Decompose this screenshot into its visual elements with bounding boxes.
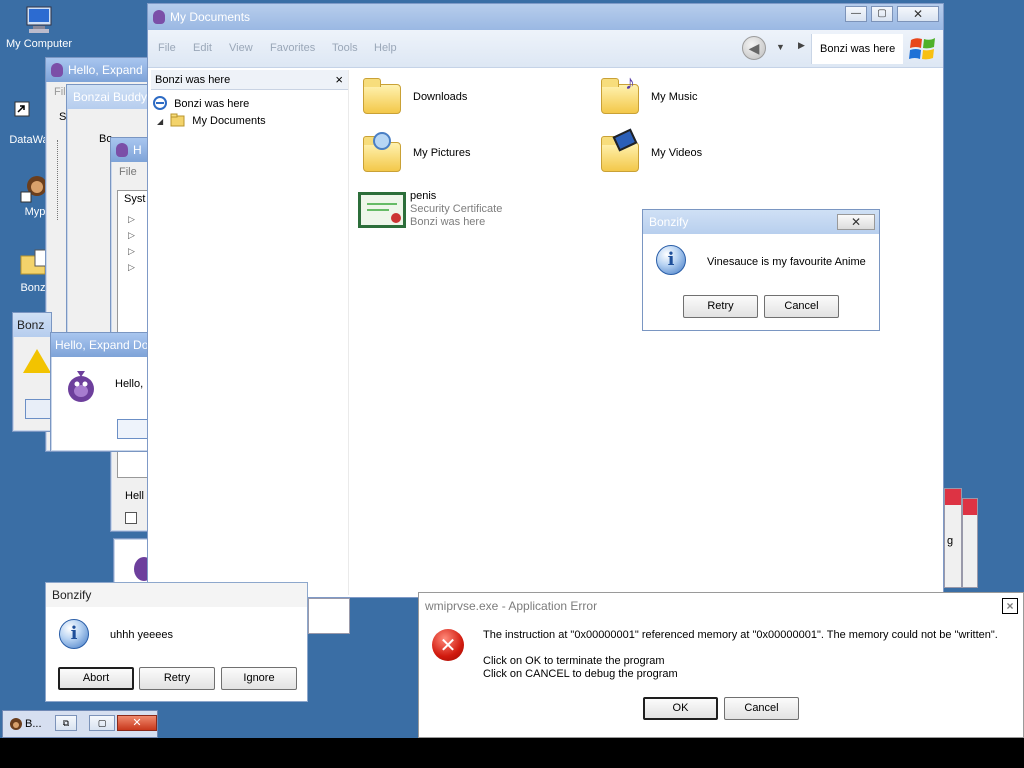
music-note-icon: ♪ (625, 72, 635, 94)
file-item-downloads[interactable]: Downloads (361, 76, 561, 120)
chevron-right-icon[interactable]: ▶ (798, 40, 805, 51)
close-button[interactable]: ✕ (897, 6, 939, 22)
explorer-menubar: File Edit View Favorites Tools Help ◀ ▼ … (148, 30, 943, 68)
error-instruction-ok: Click on OK to terminate the program (483, 655, 665, 667)
computer-icon (26, 6, 52, 33)
background-window-fragment: g (944, 488, 962, 588)
picture-icon (373, 132, 391, 150)
tree-lines (57, 140, 61, 220)
background-window-bonz[interactable]: Bonz (12, 312, 53, 432)
close-button[interactable]: × (1002, 598, 1018, 614)
dialog-application-error[interactable]: wmiprvse.exe - Application Error × ✕ The… (418, 592, 1024, 738)
ignore-button[interactable]: Ignore (221, 667, 297, 690)
bonzi-purple-icon (134, 557, 148, 581)
close-button[interactable]: ✕ (837, 214, 875, 230)
bonzi-app-icon (153, 10, 165, 24)
back-arrow-icon[interactable]: ◀ (742, 36, 766, 60)
bottom-black-strip (0, 738, 1024, 768)
windows-flag-icon (909, 38, 935, 60)
folder-icon (363, 78, 401, 114)
cancel-button[interactable]: Cancel (724, 697, 799, 720)
background-window-fragment (962, 498, 978, 588)
retry-button[interactable]: Retry (139, 667, 215, 690)
abort-button[interactable]: Abort (58, 667, 134, 690)
file-item-penis-certificate[interactable]: penis Security Certificate Bonzi was her… (358, 190, 578, 238)
window-title[interactable]: Bonz (13, 313, 51, 337)
window-title[interactable]: Hello, Expand Do (51, 333, 159, 357)
minimize-button[interactable]: — (845, 6, 867, 22)
error-icon: ✕ (432, 629, 464, 661)
internet-explorer-icon (153, 96, 167, 110)
file-item-my-videos[interactable]: My Videos (599, 128, 799, 176)
menu-edit[interactable]: Edit (193, 42, 212, 54)
dialog-message: uhhh yeeees (110, 629, 173, 641)
maximize-button[interactable]: ▢ (89, 715, 115, 731)
warning-icon (23, 349, 51, 373)
desktop-icon-label: Myp (24, 206, 46, 218)
explorer-title: My Documents (170, 10, 251, 24)
desktop-icon-label: DataWa (9, 134, 49, 146)
retry-button[interactable]: Retry (683, 295, 758, 318)
tree-item-bonzi-was-here[interactable]: Bonzi was here (153, 96, 249, 110)
chevron-down-icon[interactable]: ▼ (776, 42, 785, 52)
restore-button[interactable]: ⧉ (55, 715, 77, 731)
shortcut-icon (14, 101, 30, 117)
bonzi-app-icon (116, 143, 128, 157)
dialog-bonzify-uhhh[interactable]: Bonzify i uhhh yeeees Abort Retry Ignore (45, 582, 308, 702)
menu-view[interactable]: View (229, 42, 253, 54)
menu-help[interactable]: Help (374, 42, 397, 54)
file-item-my-music[interactable]: ♪ My Music (599, 72, 799, 120)
desktop-icon-my-computer[interactable]: My Computer (0, 4, 78, 50)
file-item-my-pictures[interactable]: My Pictures (361, 132, 561, 176)
close-icon[interactable]: × (335, 70, 343, 90)
certificate-icon (358, 192, 406, 228)
desktop-icon-label: My Computer (5, 38, 73, 50)
dialog-title-bar[interactable]: Bonzify ✕ (643, 210, 879, 234)
nav-pane-header: Bonzi was here × (151, 70, 348, 90)
hell-label: Hell (125, 490, 144, 502)
ok-button[interactable]: OK (643, 697, 718, 720)
info-icon: i (59, 619, 89, 649)
menu-file[interactable]: File (158, 42, 176, 54)
close-icon (945, 489, 961, 505)
minimized-window-label: B... (25, 718, 42, 730)
cancel-button[interactable]: Cancel (764, 295, 839, 318)
folder-icon (170, 113, 185, 127)
menu-file[interactable]: Fil (54, 86, 66, 98)
dialog-message: Vinesauce is my favourite Anime (707, 256, 866, 268)
hello-text: Hello, (115, 378, 144, 390)
maximize-button[interactable]: ▢ (871, 6, 893, 22)
menu-tools[interactable]: Tools (332, 42, 358, 54)
tree-expanders[interactable]: ▷ ▷ ▷ ▷ (128, 211, 135, 275)
dialog-title-bar[interactable]: wmiprvse.exe - Application Error × (419, 593, 1023, 619)
tree-item-my-documents[interactable]: ◢ My Documents (157, 113, 266, 127)
explorer-title-bar[interactable]: My Documents — ▢ ✕ (148, 4, 943, 30)
desktop-icon-label: Bonz (20, 282, 46, 294)
menu-favorites[interactable]: Favorites (270, 42, 315, 54)
menu-file[interactable]: File (119, 166, 137, 178)
syst-label: Syst (124, 193, 146, 205)
dialog-title-bar[interactable]: Bonzify (46, 583, 307, 607)
expand-triangle-icon[interactable]: ◢ (157, 117, 163, 126)
address-bar[interactable]: Bonzi was here (811, 34, 903, 64)
close-button[interactable]: ✕ (117, 715, 157, 731)
checkbox[interactable] (125, 512, 137, 524)
error-instruction-cancel: Click on CANCEL to debug the program (483, 668, 678, 680)
bonzi-app-icon (10, 718, 22, 730)
close-icon (963, 499, 977, 515)
bonzi-purple-icon (68, 371, 94, 402)
bonzi-app-icon (51, 63, 63, 77)
background-window-fragment (308, 598, 350, 634)
dialog-button-fragment[interactable] (25, 399, 53, 419)
background-window-hello-expand-dialog[interactable]: Hello, Expand Do Hello, (50, 332, 160, 452)
minimized-window-bonzi[interactable]: B... ⧉ ▢ ✕ (2, 710, 158, 738)
s-label: S (59, 111, 67, 123)
info-icon: i (656, 245, 686, 275)
dialog-bonzify-anime[interactable]: Bonzify ✕ i Vinesauce is my favourite An… (642, 209, 880, 331)
error-message: The instruction at "0x00000001" referenc… (483, 629, 998, 641)
navigation-pane[interactable]: Bonzi was here × Bonzi was here ◢ My Doc… (151, 70, 349, 595)
